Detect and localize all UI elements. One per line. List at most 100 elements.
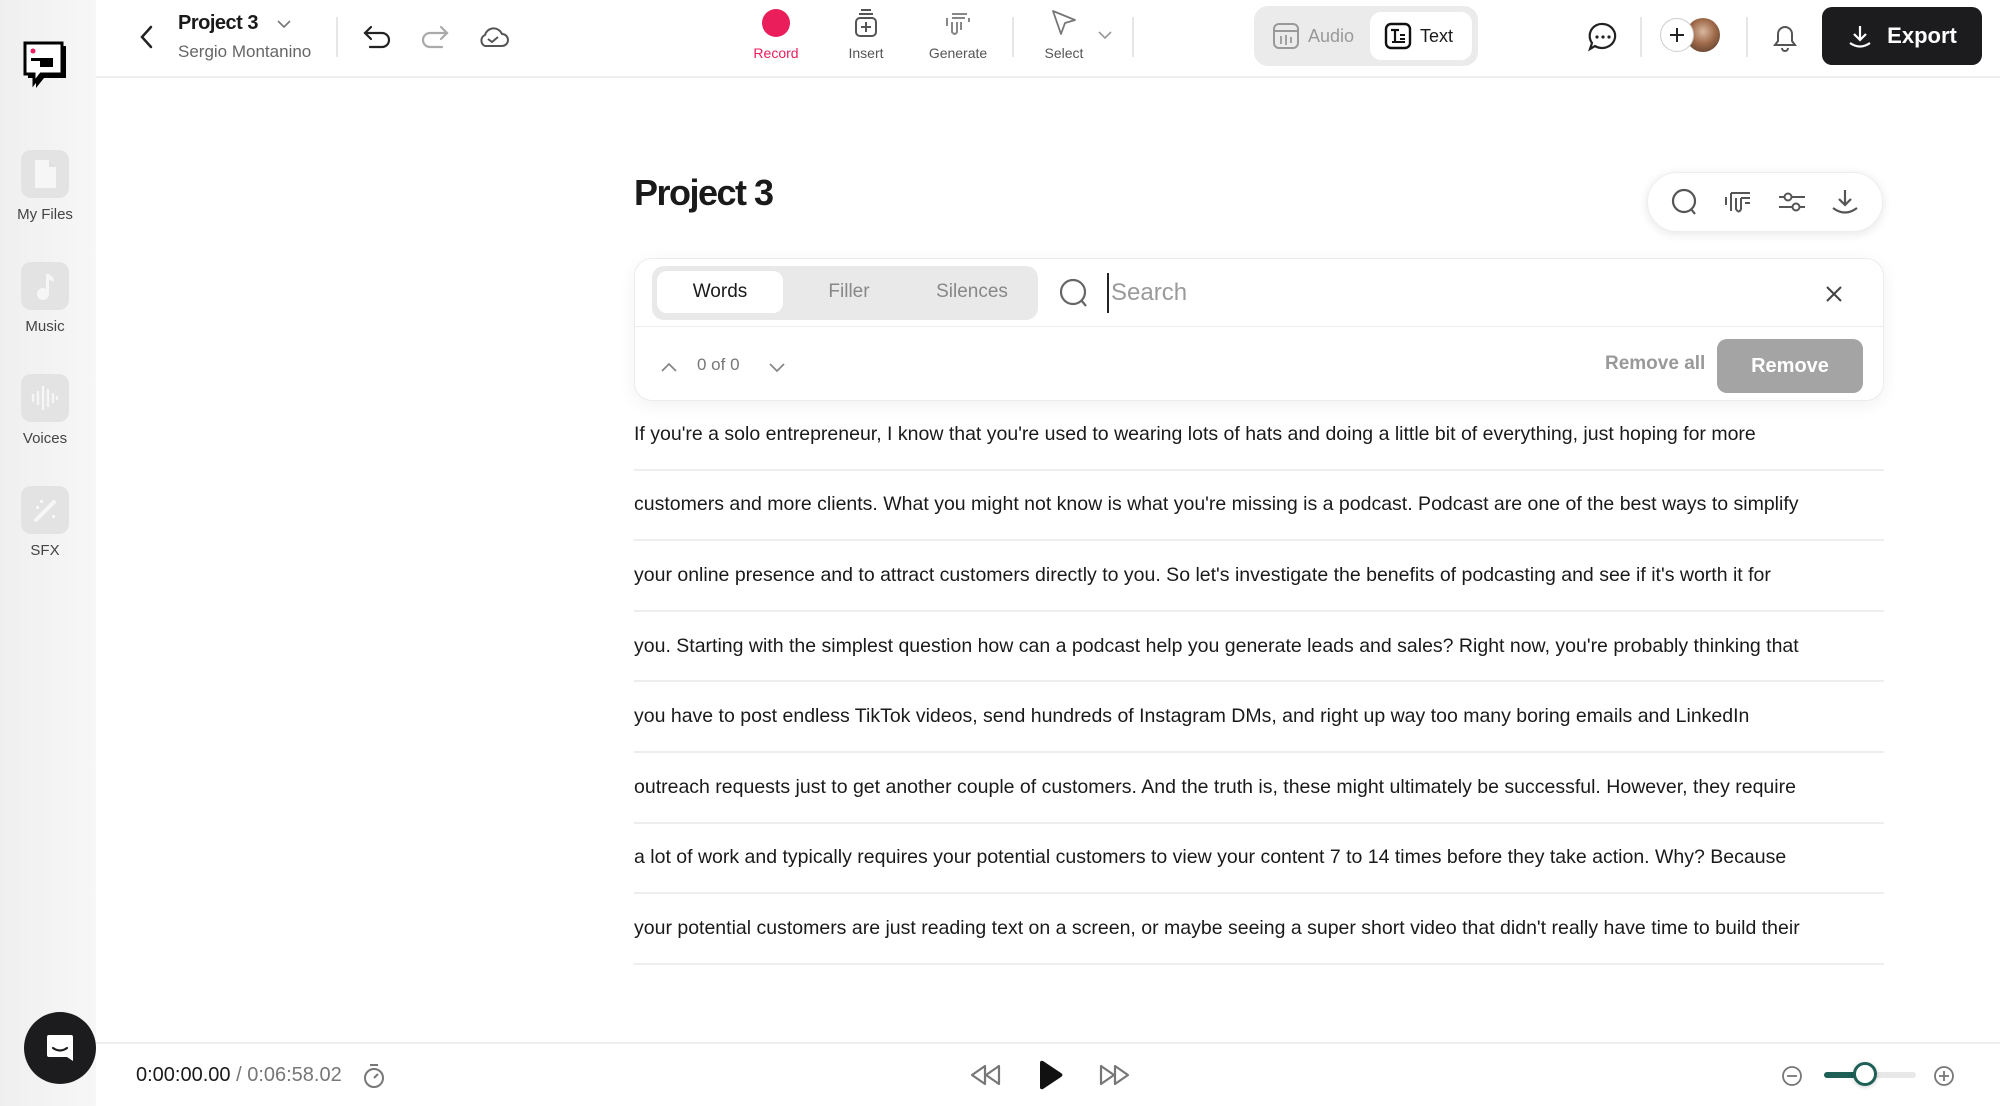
- cloud-check-icon: [480, 27, 509, 47]
- project-menu-button[interactable]: [274, 14, 294, 34]
- project-name[interactable]: Project 3: [178, 12, 258, 35]
- close-icon: [1826, 286, 1842, 302]
- download-icon: [1849, 26, 1871, 48]
- record-label: Record: [753, 45, 799, 61]
- app-logo-icon[interactable]: [22, 40, 70, 92]
- total-time: 0:06:58.02: [247, 1064, 342, 1086]
- chevron-down-icon: [277, 19, 291, 28]
- text-mode-icon: [1384, 22, 1412, 50]
- chevron-down-icon: [1098, 30, 1112, 39]
- minus-circle-icon: [1782, 1066, 1802, 1086]
- time-separator: /: [230, 1064, 248, 1086]
- play-button[interactable]: [1030, 1056, 1070, 1094]
- chevron-down-icon: [769, 363, 785, 373]
- audio-enhance-button[interactable]: [1718, 182, 1758, 222]
- tab-filler[interactable]: Filler: [788, 271, 910, 313]
- divider: [1640, 17, 1642, 57]
- plus-circle-icon: [1934, 1066, 1954, 1086]
- zoom-slider[interactable]: [1824, 1062, 1916, 1086]
- remove-all-button[interactable]: Remove all: [1605, 353, 1705, 375]
- zoom-in-button[interactable]: [1932, 1064, 1956, 1088]
- timer-button[interactable]: [360, 1062, 388, 1090]
- previous-match-button[interactable]: [657, 355, 681, 379]
- transcript-line[interactable]: customers and more clients. What you mig…: [634, 471, 1884, 542]
- mode-audio[interactable]: Audio: [1258, 12, 1368, 60]
- editor-area: Project 3 Words Filler Silences Search 0…: [96, 80, 2000, 1042]
- comments-button[interactable]: [1584, 18, 1622, 56]
- sidebar-item-label: Voices: [22, 430, 68, 447]
- tab-silences[interactable]: Silences: [910, 271, 1034, 313]
- top-bar: Project 3 Sergio Montanino Record Insert…: [96, 0, 2000, 78]
- search-tool-button[interactable]: [1665, 182, 1705, 222]
- generate-icon: [946, 13, 970, 35]
- fast-forward-icon: [1099, 1064, 1130, 1086]
- record-button[interactable]: Record: [744, 8, 808, 61]
- mode-text[interactable]: Text: [1370, 12, 1472, 60]
- chevron-left-icon: [140, 25, 153, 49]
- search-icon: [1058, 277, 1090, 314]
- music-note-icon: [21, 262, 69, 310]
- transcript-line[interactable]: a lot of work and typically requires you…: [634, 824, 1884, 895]
- next-match-button[interactable]: [765, 355, 789, 379]
- sidebar-item-label: My Files: [17, 206, 73, 223]
- tab-words[interactable]: Words: [657, 271, 783, 313]
- chevron-up-icon: [661, 362, 677, 372]
- rewind-button[interactable]: [966, 1058, 1006, 1092]
- select-menu-button[interactable]: [1094, 24, 1116, 46]
- stopwatch-icon: [364, 1064, 384, 1088]
- player-bar: 0:00:00.00 / 0:06:58.02: [96, 1042, 2000, 1106]
- close-search-button[interactable]: [1819, 279, 1849, 309]
- zoom-out-button[interactable]: [1780, 1064, 1804, 1088]
- transcript: If you're a solo entrepreneur, I know th…: [634, 400, 1884, 965]
- transcript-line[interactable]: your online presence and to attract cust…: [634, 541, 1884, 612]
- record-icon: [762, 9, 790, 37]
- transcript-line[interactable]: you. Starting with the simplest question…: [634, 612, 1884, 683]
- rewind-icon: [970, 1064, 1001, 1086]
- back-button[interactable]: [132, 20, 162, 54]
- invite-button[interactable]: [1660, 18, 1694, 52]
- playback-time: 0:00:00.00 / 0:06:58.02: [136, 1064, 342, 1087]
- support-chat-button[interactable]: [24, 1012, 96, 1084]
- undo-icon: [363, 25, 391, 49]
- project-owner: Sergio Montanino: [178, 42, 312, 61]
- transcript-line[interactable]: you have to post endless TikTok videos, …: [634, 682, 1884, 753]
- download-icon: [1832, 190, 1858, 214]
- select-button[interactable]: Select: [1034, 8, 1094, 61]
- insert-label: Insert: [848, 45, 884, 61]
- sliders-icon: [1778, 192, 1805, 212]
- transcript-line[interactable]: your potential customers are just readin…: [634, 894, 1884, 965]
- sidebar-item-music[interactable]: Music: [0, 262, 90, 335]
- view-mode-toggle: Audio Text: [1254, 6, 1478, 66]
- zoom-slider-thumb[interactable]: [1853, 1062, 1878, 1086]
- settings-sliders-button[interactable]: [1772, 182, 1812, 222]
- redo-icon: [421, 25, 449, 49]
- divider: [1012, 17, 1014, 57]
- fast-forward-button[interactable]: [1094, 1058, 1134, 1092]
- undo-button[interactable]: [358, 18, 396, 56]
- generate-button[interactable]: Generate: [918, 8, 998, 61]
- file-icon: [21, 150, 69, 198]
- download-transcript-button[interactable]: [1825, 182, 1865, 222]
- insert-button[interactable]: Insert: [836, 8, 896, 61]
- mode-text-label: Text: [1420, 25, 1454, 46]
- transcript-line[interactable]: If you're a solo entrepreneur, I know th…: [634, 400, 1884, 471]
- editor-tools: [1647, 172, 1883, 232]
- sidebar-item-my-files[interactable]: My Files: [0, 150, 90, 223]
- export-button[interactable]: Export: [1822, 7, 1982, 65]
- audio-track-icon: [1273, 23, 1299, 49]
- current-time: 0:00:00.00: [136, 1064, 231, 1086]
- sidebar-item-voices[interactable]: Voices: [0, 374, 90, 447]
- cloud-saved-button[interactable]: [474, 18, 512, 56]
- sidebar-item-sfx[interactable]: SFX: [0, 486, 90, 559]
- chat-support-icon: [47, 1035, 73, 1061]
- mode-audio-label: Audio: [1308, 25, 1355, 46]
- search-mode-tabs: Words Filler Silences: [652, 266, 1038, 320]
- search-input[interactable]: [1107, 273, 1767, 313]
- plus-icon: [1670, 28, 1684, 42]
- notifications-button[interactable]: [1766, 18, 1804, 56]
- transcript-line[interactable]: outreach requests just to get another co…: [634, 753, 1884, 824]
- search-icon: [1671, 188, 1696, 215]
- redo-button[interactable]: [416, 18, 454, 56]
- insert-icon: [855, 9, 877, 37]
- remove-button[interactable]: Remove: [1717, 339, 1863, 393]
